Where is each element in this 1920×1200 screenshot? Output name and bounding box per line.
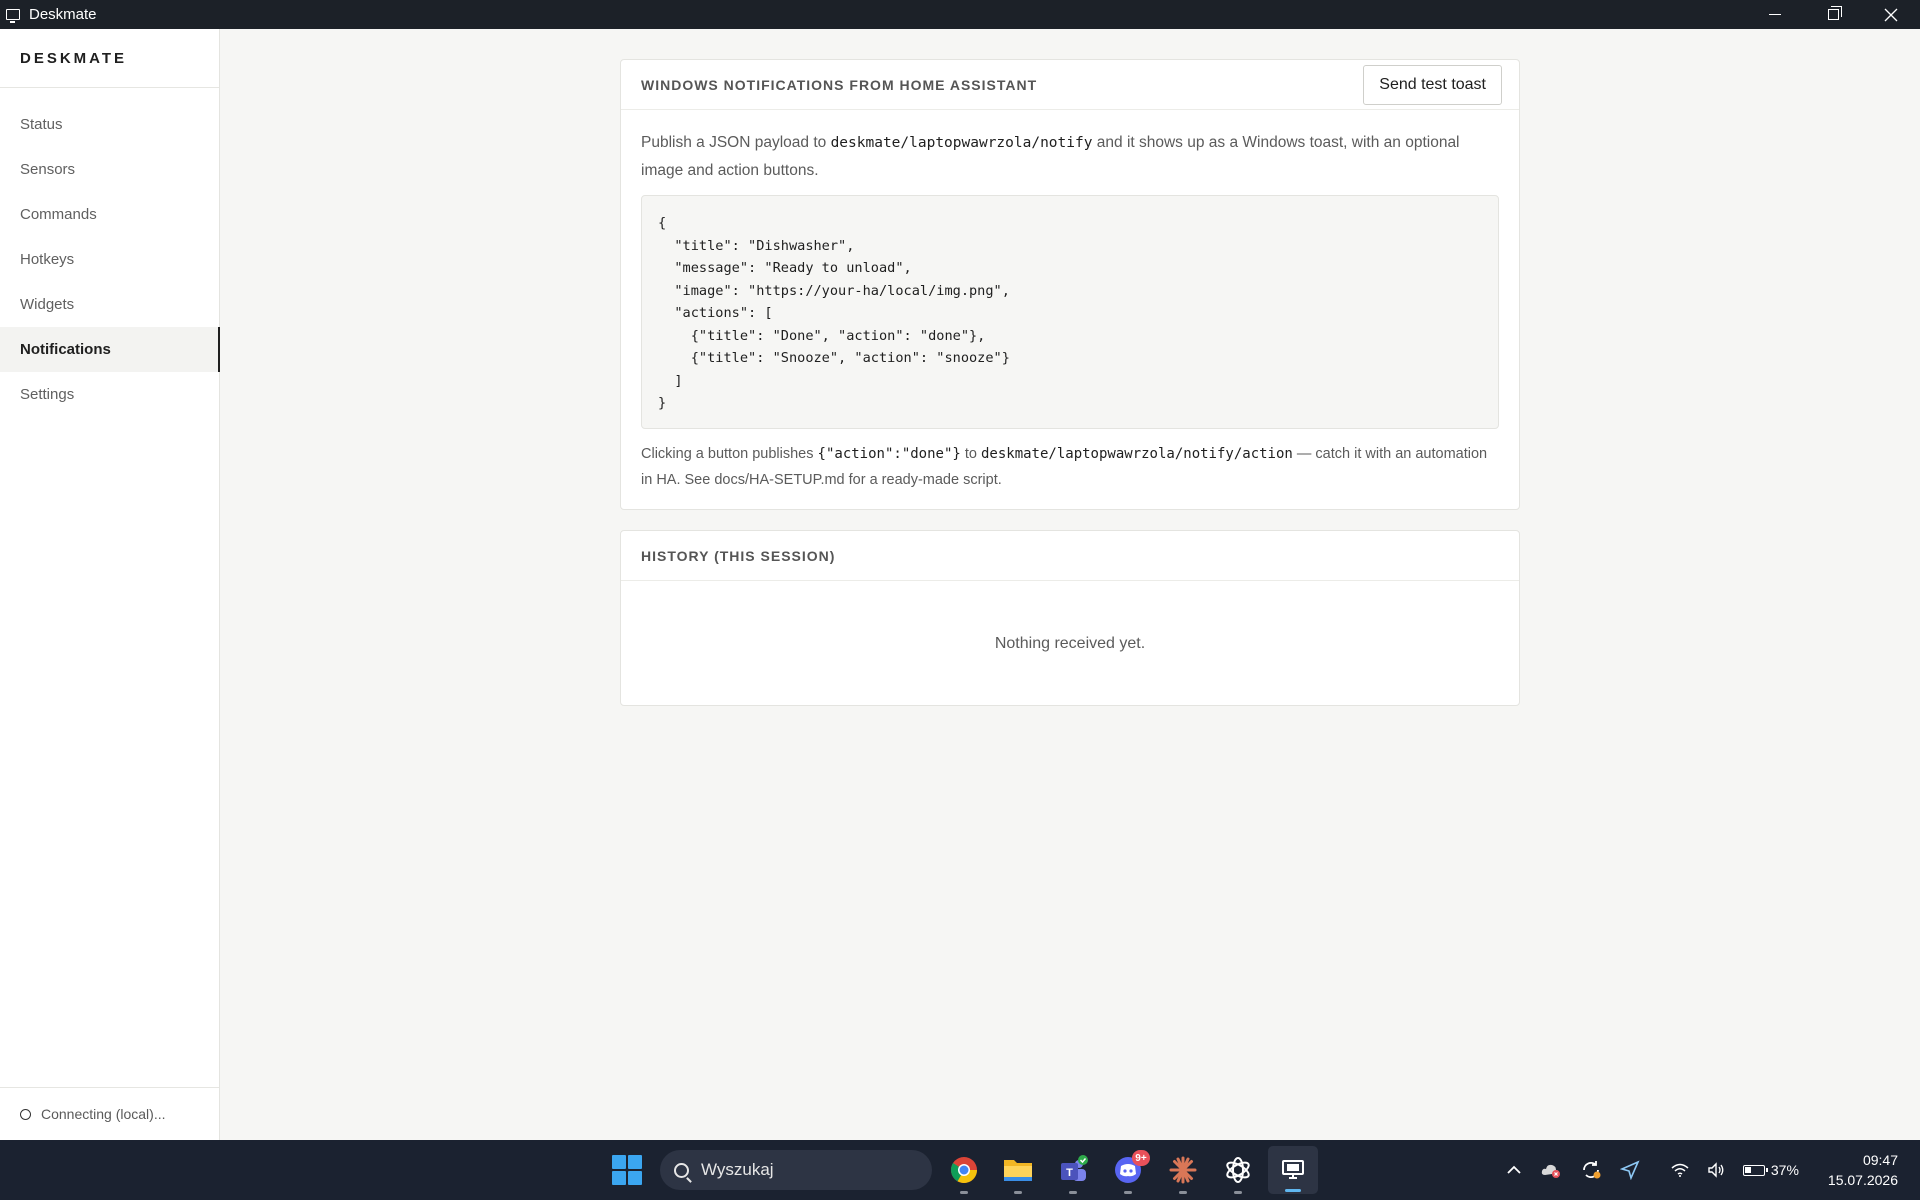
system-tray: 37% 09:47 15.07.2026 [1497, 1140, 1920, 1200]
volume-icon [1708, 1162, 1724, 1178]
search-icon [674, 1162, 689, 1178]
taskbar-app-chrome[interactable] [946, 1152, 982, 1194]
connection-status-text: Connecting (local)... [41, 1106, 166, 1122]
discord-badge: 9+ [1132, 1150, 1150, 1166]
sidebar-item-notifications[interactable]: Notifications [0, 327, 220, 372]
desc-text: Publish a JSON payload to [641, 134, 831, 151]
taskbar-app-discord[interactable]: 9+ [1110, 1150, 1150, 1194]
card-title: HISTORY (THIS SESSION) [641, 547, 836, 564]
tray-onedrive[interactable] [1540, 1161, 1562, 1179]
close-button[interactable] [1862, 0, 1920, 29]
clock-time: 09:47 [1862, 1152, 1898, 1168]
wifi-icon [1671, 1163, 1689, 1177]
footnote-text-mid: to [960, 446, 981, 462]
deskmate-icon [1282, 1160, 1304, 1179]
sidebar-item-widgets[interactable]: Widgets [0, 282, 219, 327]
chatgpt-icon [1226, 1157, 1250, 1183]
battery-icon [1742, 1164, 1768, 1176]
brand-logo: DESKMATE [0, 29, 219, 88]
history-empty-state: Nothing received yet. [994, 634, 1146, 652]
taskbar-search[interactable]: Wyszukaj [660, 1150, 932, 1190]
history-card: HISTORY (THIS SESSION) Nothing received … [620, 530, 1520, 706]
windows-logo-icon [612, 1155, 626, 1169]
tray-wifi[interactable] [1671, 1163, 1689, 1177]
action-payload: {"action":"done"} [817, 446, 961, 462]
taskbar-app-deskmate[interactable] [1268, 1146, 1318, 1194]
taskbar-app-claude[interactable] [1165, 1152, 1201, 1194]
teams-icon: T [1061, 1155, 1088, 1181]
tray-location[interactable] [1619, 1160, 1640, 1180]
status-circle-icon [20, 1108, 31, 1120]
search-placeholder: Wyszukaj [701, 1160, 774, 1179]
close-icon [1884, 8, 1898, 21]
restore-button[interactable] [1804, 0, 1862, 29]
monitor-icon [6, 9, 20, 23]
clock-date: 15.07.2026 [1827, 1172, 1898, 1188]
window-title: Deskmate [29, 6, 97, 23]
send-test-toast-button[interactable]: Send test toast [1363, 64, 1502, 105]
window-controls [1746, 0, 1920, 29]
notifications-card-header: WINDOWS NOTIFICATIONS FROM HOME ASSISTAN… [621, 60, 1519, 110]
taskbar-clock[interactable]: 09:47 15.07.2026 [1828, 1150, 1898, 1190]
footnote-text: Clicking a button publishes [641, 446, 818, 462]
action-footnote: Clicking a button publishes {"action":"d… [641, 441, 1499, 493]
chrome-icon [950, 1157, 978, 1184]
battery-percent: 37% [1770, 1162, 1799, 1178]
tray-volume[interactable] [1707, 1162, 1725, 1178]
taskbar-app-chatgpt[interactable] [1220, 1152, 1256, 1194]
sidebar: DESKMATE Status Sensors Commands Hotkeys… [0, 29, 220, 1140]
connection-status: Connecting (local)... [0, 1087, 219, 1140]
sync-icon [1582, 1161, 1601, 1179]
window-titlebar: Deskmate [0, 0, 1920, 29]
card-title: WINDOWS NOTIFICATIONS FROM HOME ASSISTAN… [641, 76, 1038, 93]
file-explorer-icon [1004, 1160, 1032, 1181]
svg-text:T: T [1066, 1167, 1073, 1179]
sidebar-item-sensors[interactable]: Sensors [0, 147, 219, 192]
notifications-card: WINDOWS NOTIFICATIONS FROM HOME ASSISTAN… [620, 59, 1520, 510]
action-topic: deskmate/laptopwawrzola/notify/action [980, 446, 1293, 462]
tray-overflow-button[interactable] [1506, 1165, 1522, 1175]
taskbar-app-teams[interactable]: T [1055, 1152, 1091, 1194]
windows-start-button[interactable] [612, 1155, 642, 1185]
claude-icon [1169, 1156, 1197, 1184]
history-card-header: HISTORY (THIS SESSION) [621, 531, 1519, 581]
tray-battery[interactable]: 37% [1742, 1162, 1799, 1178]
sidebar-nav: Status Sensors Commands Hotkeys Widgets … [0, 102, 220, 417]
send-arrow-icon [1619, 1160, 1640, 1180]
restore-icon [1827, 6, 1842, 20]
minimize-button[interactable] [1746, 0, 1804, 29]
cloud-error-icon [1541, 1164, 1560, 1178]
sidebar-item-commands[interactable]: Commands [0, 192, 219, 237]
tray-sync[interactable] [1580, 1160, 1602, 1180]
sidebar-item-status[interactable]: Status [0, 102, 219, 147]
minimize-icon [1769, 14, 1781, 15]
taskbar: Wyszukaj T 9+ 37% 09:47 15.07.2026 [0, 1140, 1920, 1200]
json-payload-example: { "title": "Dishwasher", "message": "Rea… [641, 195, 1499, 429]
sidebar-item-hotkeys[interactable]: Hotkeys [0, 237, 219, 282]
taskbar-app-file-explorer[interactable] [1000, 1152, 1036, 1194]
notify-topic: deskmate/laptopwawrzola/notify [830, 135, 1093, 151]
chevron-up-icon [1507, 1165, 1521, 1174]
sidebar-item-settings[interactable]: Settings [0, 372, 219, 417]
notifications-description: Publish a JSON payload to deskmate/lapto… [641, 129, 1499, 185]
